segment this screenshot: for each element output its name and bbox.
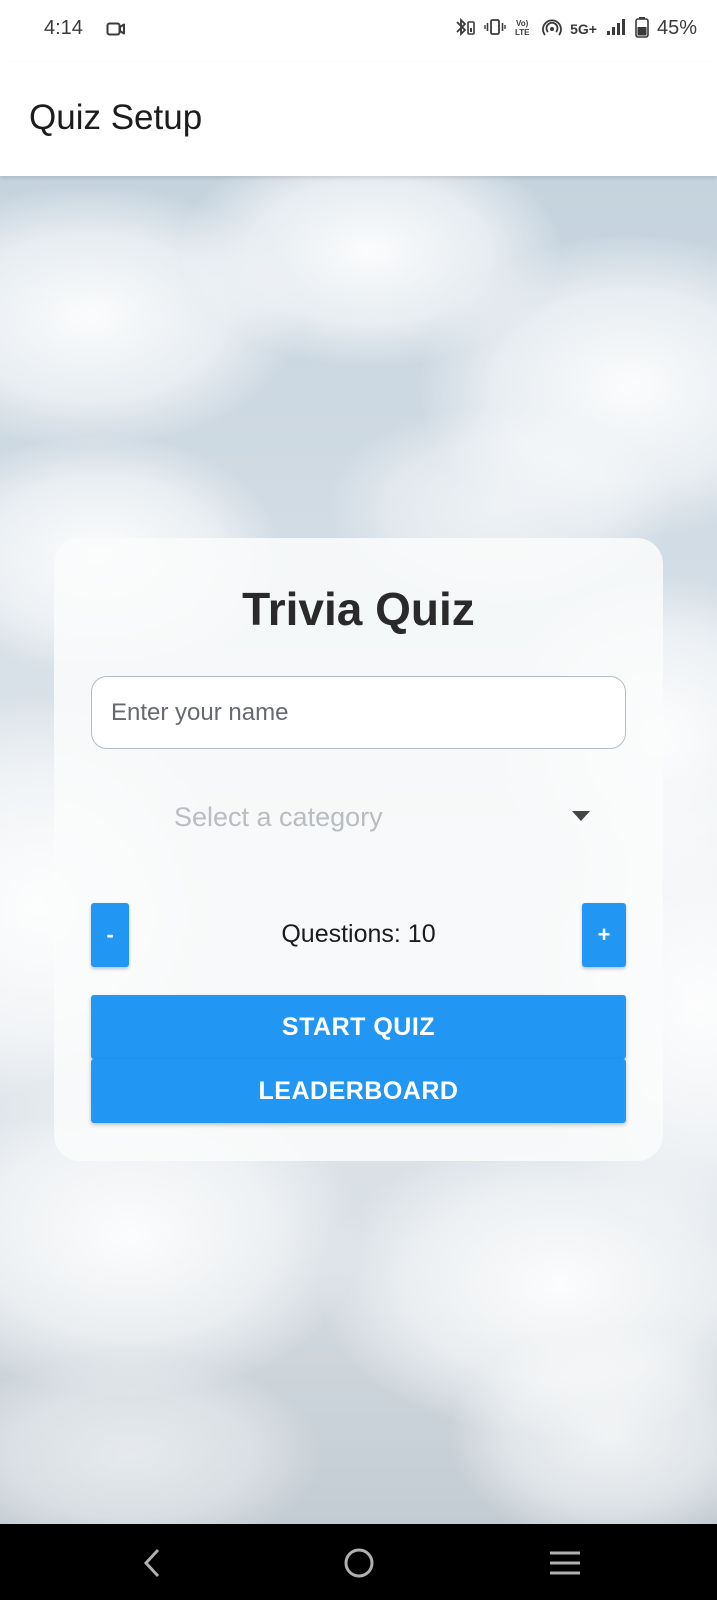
volte-icon: Vo) LTE — [514, 17, 534, 40]
svg-text:Vo): Vo) — [516, 19, 529, 28]
increase-questions-button[interactable]: + — [582, 903, 626, 967]
network-type-label: 5G+ — [570, 20, 597, 37]
battery-percent: 45% — [656, 17, 697, 39]
chevron-down-icon — [571, 809, 591, 827]
vibrate-icon — [484, 18, 506, 39]
card-title: Trivia Quiz — [242, 583, 475, 635]
category-select-placeholder: Select a category — [174, 802, 383, 832]
video-camera-icon — [106, 21, 126, 42]
system-nav-bar — [0, 1524, 717, 1600]
question-count-stepper: - Questions: 10 + — [91, 903, 626, 967]
start-quiz-button[interactable]: START QUIZ — [91, 995, 626, 1059]
svg-text:LTE: LTE — [515, 28, 530, 37]
status-time: 4:14 — [44, 17, 83, 39]
questions-count-label: Questions: 10 — [281, 920, 436, 948]
status-icons: Vo) LTE 5G+ 45% — [454, 16, 697, 41]
bluetooth-icon — [454, 17, 476, 40]
recents-icon[interactable] — [545, 1546, 585, 1580]
name-input[interactable] — [91, 676, 626, 749]
back-icon[interactable] — [132, 1546, 172, 1580]
quiz-setup-card: Trivia Quiz Select a category - Question… — [54, 538, 663, 1161]
signal-icon — [605, 17, 627, 40]
page-title: Quiz Setup — [29, 98, 203, 137]
leaderboard-button[interactable]: LEADERBOARD — [91, 1059, 626, 1123]
hotspot-icon — [542, 17, 562, 40]
status-bar: 4:14 Vo) LTE 5G+ 45% — [0, 0, 717, 62]
app-bar: Quiz Setup — [0, 62, 717, 176]
battery-icon — [635, 16, 649, 41]
category-select[interactable]: Select a category — [91, 786, 626, 846]
home-icon[interactable] — [339, 1546, 379, 1580]
